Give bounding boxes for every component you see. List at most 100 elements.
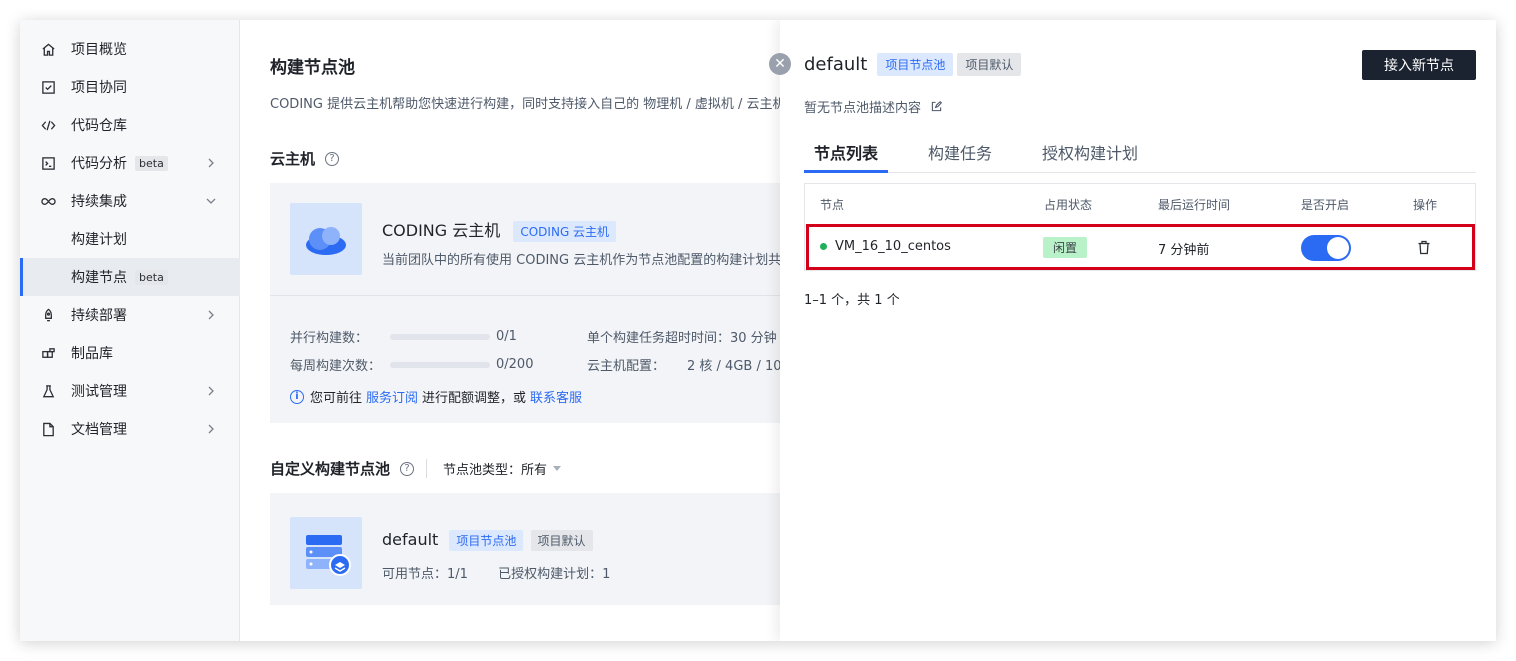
available-nodes: 可用节点：1/1 bbox=[382, 567, 468, 582]
rocket-icon bbox=[40, 307, 56, 323]
tab-node-list[interactable]: 节点列表 bbox=[814, 140, 878, 164]
column-header-enabled: 是否开启 bbox=[1301, 198, 1350, 212]
project-pool-tag: 项目节点池 bbox=[877, 53, 954, 76]
parallel-builds-stat: 并行构建数： 0/1 bbox=[290, 327, 517, 346]
tab-build-tasks[interactable]: 构建任务 bbox=[928, 140, 992, 164]
node-cell: VM_16_10_centos bbox=[820, 239, 951, 254]
drawer-title: default 项目节点池 项目默认 bbox=[804, 53, 1025, 76]
enable-node-toggle[interactable] bbox=[1301, 235, 1351, 261]
sidebar-item-repository[interactable]: 代码仓库 bbox=[20, 106, 240, 144]
sidebar-item-label: 构建节点 bbox=[71, 270, 127, 286]
cloud-host-name-text: CODING 云主机 bbox=[382, 221, 501, 240]
column-header-node: 节点 bbox=[820, 198, 845, 212]
pool-stats: 可用节点：1/1 已授权构建计划：1 bbox=[382, 563, 610, 582]
stat-label: 单个构建任务超时时间：30 分钟 bbox=[587, 331, 777, 346]
infinity-icon bbox=[40, 193, 56, 209]
sidebar-item-label: 测试管理 bbox=[71, 384, 127, 400]
pool-description: 暂无节点池描述内容 bbox=[804, 97, 943, 116]
toggle-knob bbox=[1327, 237, 1349, 259]
package-icon bbox=[40, 345, 56, 361]
divider bbox=[270, 295, 781, 296]
sidebar-item-docs[interactable]: 文档管理 bbox=[20, 410, 240, 448]
quota-info: i 您可前往 服务订阅 进行配额调整，或 联系客服 bbox=[290, 387, 582, 406]
pool-card[interactable]: default 项目节点池 项目默认 可用节点：1/1 已授权构建计划：1 bbox=[270, 493, 781, 605]
document-icon bbox=[40, 421, 56, 437]
help-icon[interactable]: ? bbox=[400, 461, 415, 476]
edit-icon[interactable] bbox=[931, 101, 943, 112]
checkbox-icon bbox=[40, 79, 56, 95]
node-table: 节点 占用状态 最后运行时间 是否开启 操作 VM_16_10_centos 闲… bbox=[804, 183, 1476, 271]
cloud-host-card: CODING 云主机 CODING 云主机 当前团队中的所有使用 CODING … bbox=[270, 183, 781, 423]
caret-down-icon bbox=[553, 466, 562, 471]
pool-description-text: 暂无节点池描述内容 bbox=[804, 101, 922, 116]
cloud-host-name: CODING 云主机 CODING 云主机 bbox=[382, 217, 617, 242]
stat-label: 云主机配置： bbox=[587, 359, 666, 374]
project-pool-tag: 项目节点池 bbox=[449, 530, 524, 551]
page-description: CODING 提供云主机帮助您快速进行构建，同时支持接入自己的 物理机 / 虚拟… bbox=[270, 97, 781, 112]
authorized-plans: 已授权构建计划：1 bbox=[498, 567, 611, 582]
active-tab-indicator bbox=[804, 170, 888, 173]
service-subscription-link[interactable]: 服务订阅 bbox=[366, 387, 418, 406]
sidebar-item-label: 文档管理 bbox=[71, 422, 127, 438]
drawer-tabs: 节点列表 构建任务 授权构建计划 bbox=[804, 130, 1476, 173]
trash-icon[interactable] bbox=[1417, 240, 1431, 255]
chevron-right-icon bbox=[208, 386, 214, 396]
filter-value: 所有 bbox=[521, 463, 548, 478]
pool-name-text: default bbox=[382, 530, 439, 549]
sidebar-item-ci[interactable]: 持续集成 bbox=[20, 182, 240, 220]
stat-value: 2 核 / 4GB / 100GB bbox=[687, 359, 781, 374]
column-header-last-run: 最后运行时间 bbox=[1158, 198, 1231, 212]
server-icon bbox=[290, 517, 362, 589]
column-header-status: 占用状态 bbox=[1044, 198, 1093, 212]
host-config-stat: 云主机配置： 2 核 / 4GB / 100GB bbox=[587, 355, 781, 374]
sidebar-item-build-nodes[interactable]: 构建节点 beta bbox=[20, 258, 240, 296]
add-node-button[interactable]: 接入新节点 bbox=[1362, 50, 1476, 80]
close-drawer-button[interactable]: ✕ bbox=[769, 53, 791, 75]
pool-name: default 项目节点池 项目默认 bbox=[382, 530, 593, 551]
cloud-icon bbox=[290, 203, 362, 275]
sidebar-item-cd[interactable]: 持续部署 bbox=[20, 296, 240, 334]
stat-value: 0/200 bbox=[496, 357, 534, 372]
cloud-host-tag: CODING 云主机 bbox=[513, 221, 617, 242]
pool-detail-drawer: default 项目节点池 项目默认 接入新节点 暂无节点池描述内容 节点列表 … bbox=[780, 20, 1496, 641]
chevron-right-icon bbox=[208, 310, 214, 320]
sidebar-item-code-analysis[interactable]: 代码分析 beta bbox=[20, 144, 240, 182]
chevron-right-icon bbox=[208, 158, 214, 168]
sidebar-item-label: 持续集成 bbox=[71, 194, 127, 210]
sidebar-item-artifacts[interactable]: 制品库 bbox=[20, 334, 240, 372]
filter-label: 节点池类型： bbox=[443, 463, 522, 478]
info-text: 进行配额调整，或 bbox=[422, 391, 527, 406]
cloud-section-title: 云主机 ? bbox=[270, 148, 340, 169]
status-cell: 闲置 bbox=[1043, 237, 1088, 258]
home-icon bbox=[40, 41, 56, 57]
project-default-tag: 项目默认 bbox=[530, 530, 593, 551]
main-content: 构建节点池 CODING 提供云主机帮助您快速进行构建，同时支持接入自己的 物理… bbox=[241, 20, 781, 641]
sidebar-item-overview[interactable]: 项目概览 bbox=[20, 30, 240, 68]
sidebar-item-label: 制品库 bbox=[71, 346, 113, 362]
parallel-builds-bar bbox=[390, 333, 490, 340]
weekly-builds-stat: 每周构建次数： 0/200 bbox=[290, 355, 533, 374]
enabled-cell bbox=[1301, 235, 1351, 261]
last-run-cell: 7 分钟前 bbox=[1158, 243, 1210, 258]
sidebar-item-label: 代码仓库 bbox=[71, 118, 127, 134]
node-name: VM_16_10_centos bbox=[835, 239, 951, 254]
sidebar-item-testing[interactable]: 测试管理 bbox=[20, 372, 240, 410]
column-header-actions: 操作 bbox=[1413, 198, 1438, 212]
sidebar-item-label: 项目协同 bbox=[71, 80, 127, 96]
section-title-text: 自定义构建节点池 bbox=[270, 460, 391, 478]
pool-type-filter[interactable]: 节点池类型： 所有 bbox=[426, 459, 562, 478]
beta-badge: beta bbox=[135, 269, 168, 285]
app-window: 项目概览 项目协同 代码仓库 代码分析 beta 持续集成 构建计划 构建节点 … bbox=[20, 20, 1496, 641]
cloud-host-description: 当前团队中的所有使用 CODING 云主机作为节点池配置的构建计划共享以下配额 bbox=[382, 253, 781, 268]
timeout-stat: 单个构建任务超时时间：30 分钟 bbox=[587, 327, 777, 346]
sidebar-item-label: 持续部署 bbox=[71, 308, 127, 324]
stat-value: 0/1 bbox=[496, 329, 517, 344]
tab-authorized-plans[interactable]: 授权构建计划 bbox=[1042, 140, 1138, 164]
weekly-builds-bar bbox=[390, 361, 490, 368]
sidebar-item-build-plans[interactable]: 构建计划 bbox=[20, 220, 240, 258]
sidebar-item-collaboration[interactable]: 项目协同 bbox=[20, 68, 240, 106]
help-icon[interactable]: ? bbox=[325, 151, 340, 166]
stat-label: 每周构建次数： bbox=[290, 359, 382, 374]
contact-support-link[interactable]: 联系客服 bbox=[530, 387, 582, 406]
sidebar-item-label: 构建计划 bbox=[71, 232, 127, 248]
